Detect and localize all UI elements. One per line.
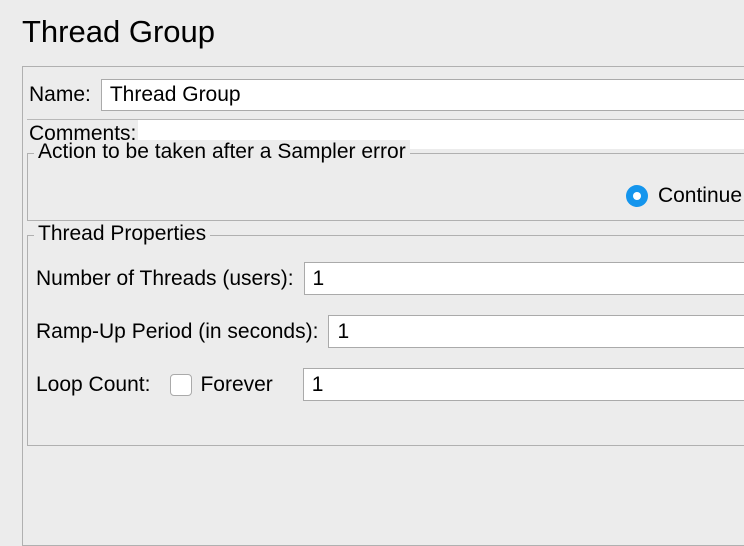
ramp-up-row: Ramp-Up Period (in seconds):: [28, 313, 744, 352]
action-on-error-legend: Action to be taken after a Sampler error: [34, 140, 410, 164]
forever-label: Forever: [200, 373, 272, 397]
name-input[interactable]: [101, 79, 744, 111]
continue-radio[interactable]: [626, 185, 648, 207]
action-on-error-fieldset: Action to be taken after a Sampler error…: [27, 153, 744, 221]
continue-radio-label: Continue: [658, 184, 744, 208]
ramp-up-input[interactable]: [328, 315, 744, 348]
page-title: Thread Group: [0, 0, 744, 66]
forever-checkbox[interactable]: [170, 374, 192, 396]
thread-properties-legend: Thread Properties: [34, 222, 210, 246]
name-row: Name:: [23, 75, 744, 117]
thread-properties-fieldset: Thread Properties Number of Threads (use…: [27, 235, 744, 446]
loop-count-row: Loop Count: Forever: [28, 366, 744, 405]
ramp-up-label: Ramp-Up Period (in seconds):: [36, 320, 318, 344]
thread-group-panel: Thread Group Name: Comments: Action to b…: [0, 0, 744, 520]
num-threads-label: Number of Threads (users):: [36, 267, 294, 291]
num-threads-input[interactable]: [304, 262, 744, 295]
continue-radio-row: Continue: [28, 184, 744, 208]
config-panel: Name: Comments: Action to be taken after…: [22, 66, 744, 546]
radio-dot-icon: [633, 192, 641, 200]
loop-count-label: Loop Count:: [36, 373, 150, 397]
name-label: Name:: [29, 83, 91, 107]
num-threads-row: Number of Threads (users):: [28, 260, 744, 299]
loop-count-input[interactable]: [303, 368, 744, 401]
